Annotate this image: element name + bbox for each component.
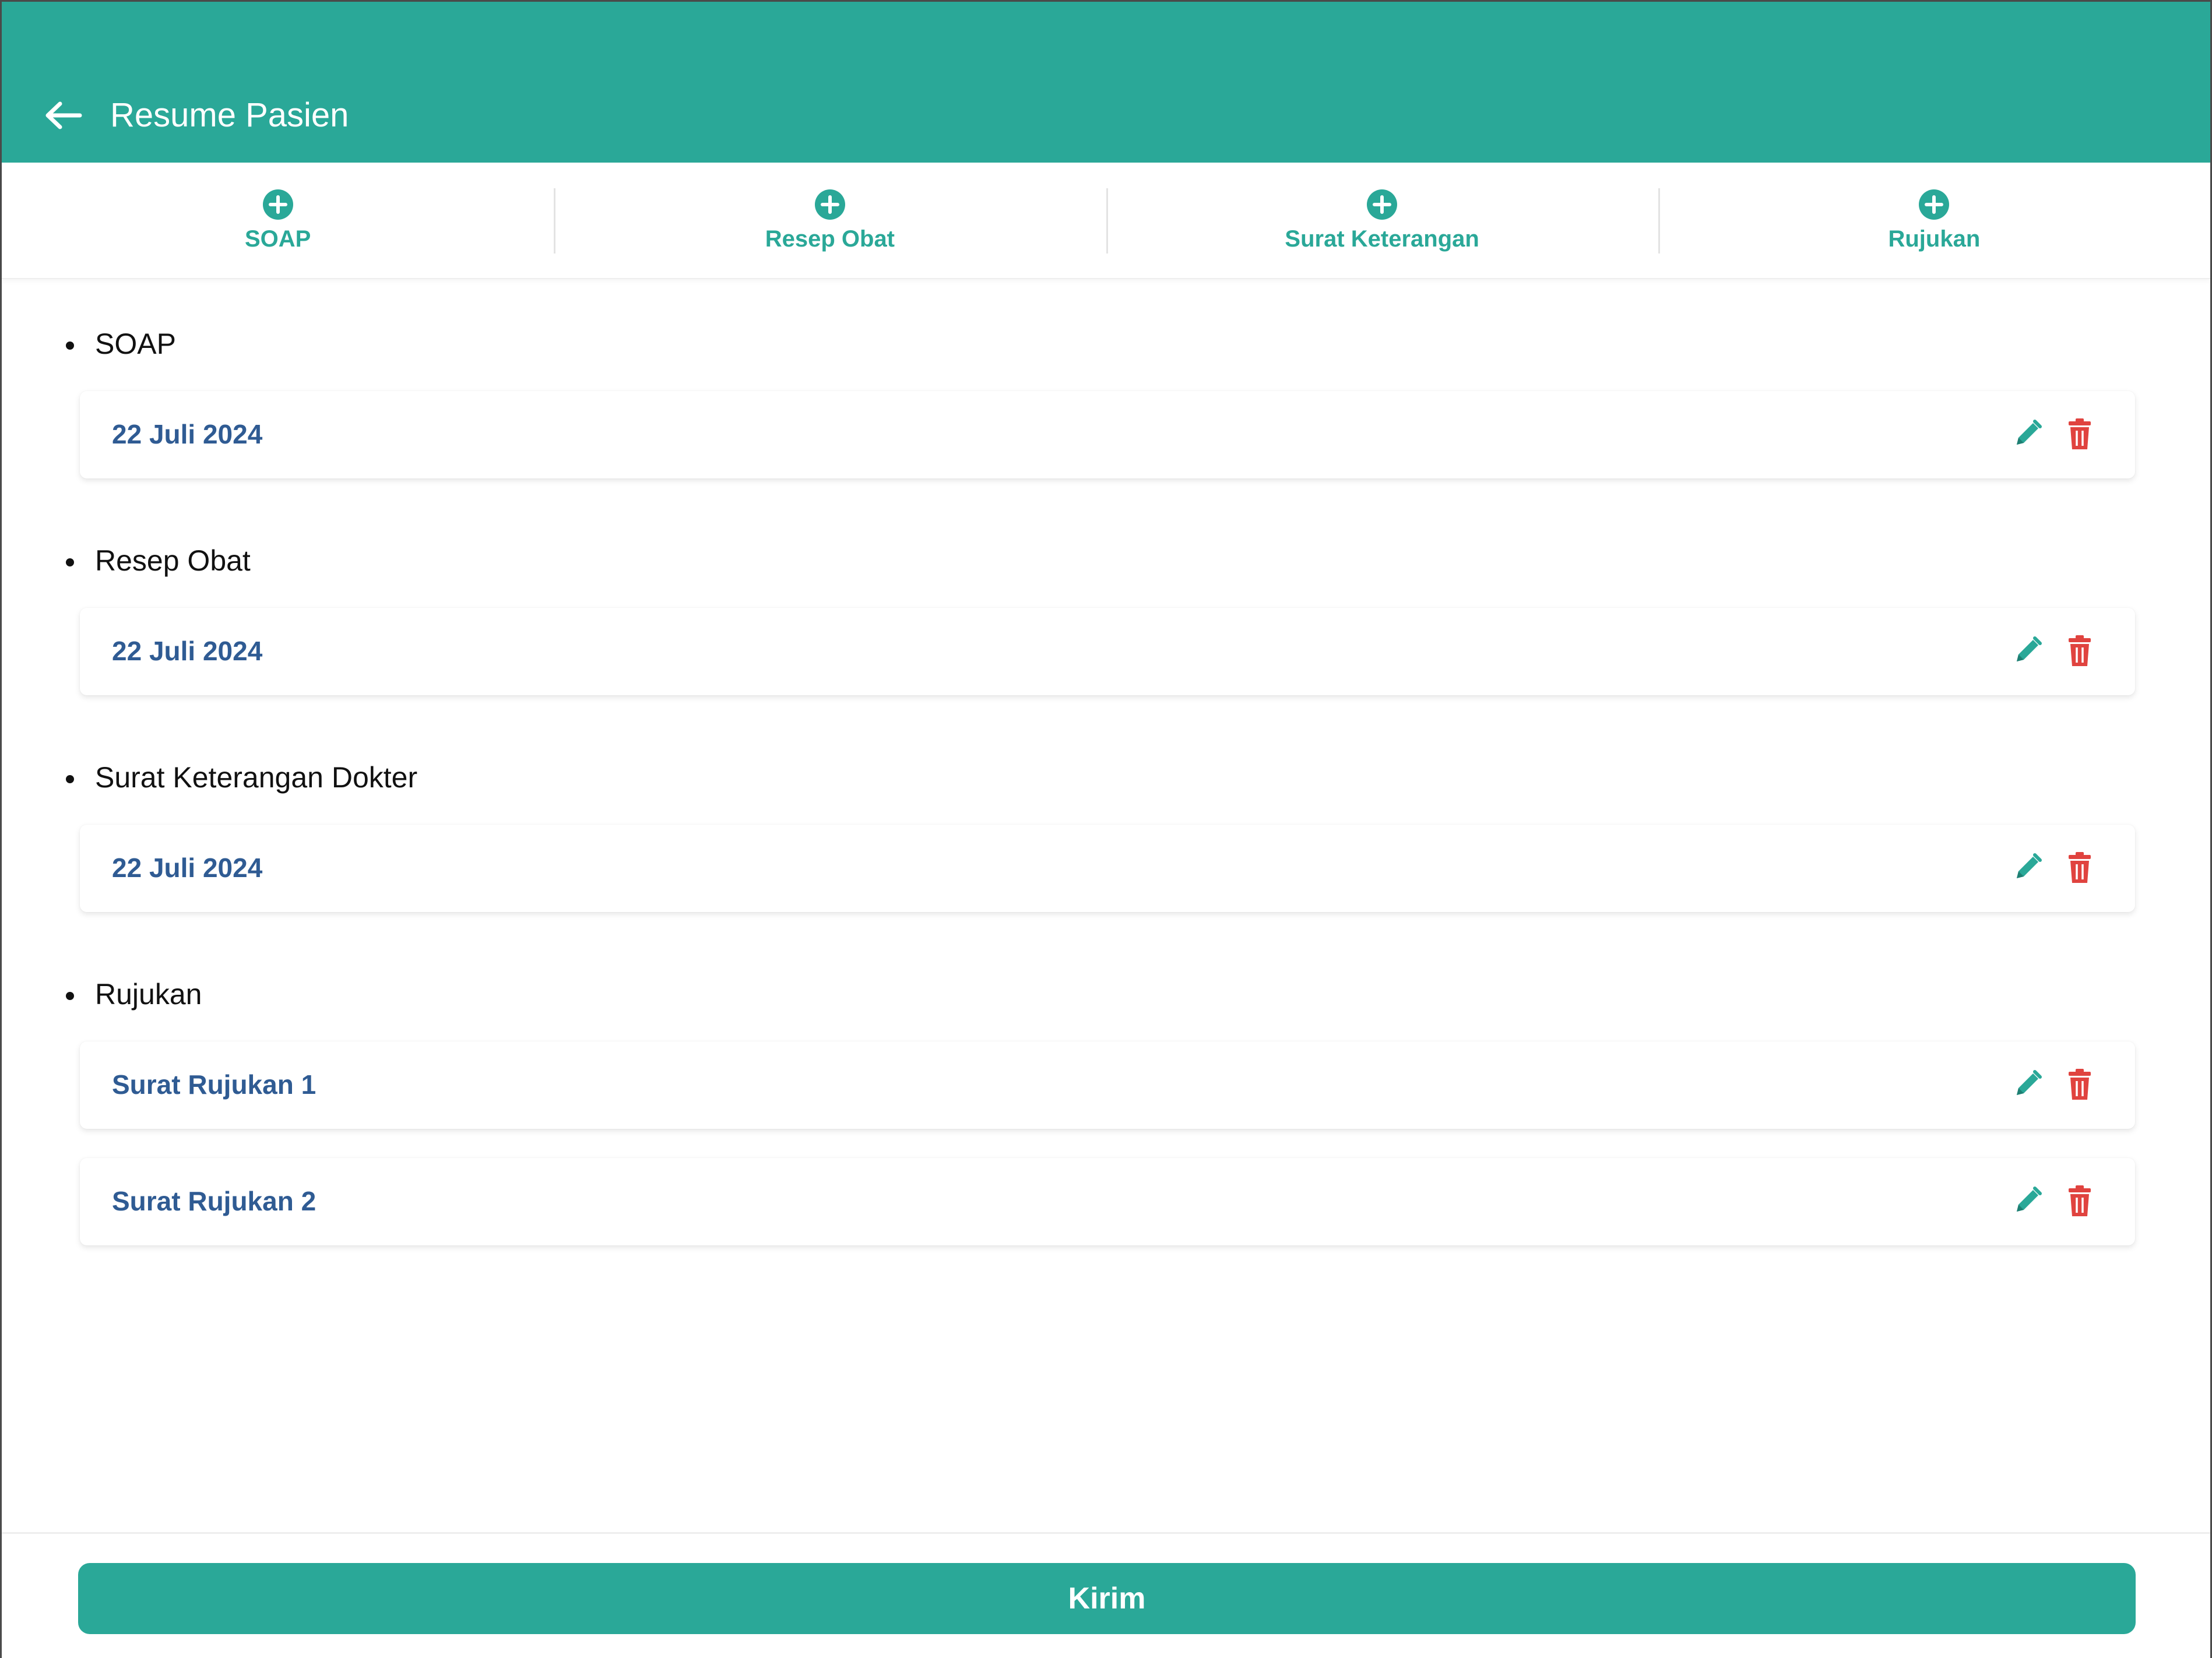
item-label: 22 Juli 2024 (112, 853, 263, 883)
app-header: Resume Pasien (2, 2, 2210, 163)
trash-icon[interactable] (2062, 1067, 2097, 1102)
list-item-resep-obat[interactable]: 22 Juli 2024 (80, 608, 2135, 695)
tab-label: Surat Keterangan (1285, 226, 1479, 252)
section-title-surat-keterangan: Surat Keterangan Dokter (65, 759, 417, 795)
tab-add-rujukan[interactable]: Rujukan (1658, 163, 2210, 278)
item-label: 22 Juli 2024 (112, 419, 263, 449)
tab-label: SOAP (244, 226, 311, 252)
plus-circle-icon (262, 189, 293, 220)
section-title-resep-obat: Resep Obat (66, 543, 251, 579)
tab-add-surat-keterangan[interactable]: Surat Keterangan (1106, 163, 1658, 278)
plus-circle-icon (1919, 189, 1950, 220)
tab-add-resep-obat[interactable]: Resep Obat (554, 163, 1106, 278)
section-title-rujukan: Rujukan (65, 976, 202, 1012)
tab-add-soap[interactable]: SOAP (2, 163, 554, 278)
pencil-icon[interactable] (2010, 633, 2045, 668)
item-label: Surat Rujukan 1 (112, 1069, 316, 1100)
section-title-soap: SOAP (66, 326, 176, 362)
item-label: 22 Juli 2024 (112, 636, 263, 666)
list-item-soap[interactable]: 22 Juli 2024 (80, 391, 2135, 478)
submit-button[interactable]: Kirim (78, 1563, 2136, 1634)
plus-circle-icon (1367, 189, 1398, 220)
pencil-icon[interactable] (2010, 1184, 2045, 1219)
tab-label: Rujukan (1888, 226, 1981, 252)
trash-icon[interactable] (2062, 633, 2097, 668)
item-label: Surat Rujukan 2 (112, 1186, 316, 1216)
footer-bar: Kirim (2, 1532, 2210, 1658)
trash-icon[interactable] (2062, 850, 2097, 885)
plus-circle-icon (814, 189, 845, 220)
pencil-icon[interactable] (2010, 1067, 2045, 1102)
add-tabbar: SOAP Resep Obat Surat Keterangan Rujukan (2, 163, 2210, 279)
list-item-surat-keterangan[interactable]: 22 Juli 2024 (80, 825, 2135, 912)
tab-label: Resep Obat (765, 226, 895, 252)
trash-icon[interactable] (2062, 1184, 2097, 1219)
pencil-icon[interactable] (2010, 417, 2045, 452)
arrow-left-icon (45, 101, 82, 129)
list-item-rujukan-1[interactable]: Surat Rujukan 1 (80, 1041, 2135, 1129)
pencil-icon[interactable] (2010, 850, 2045, 885)
page-title: Resume Pasien (110, 96, 349, 134)
back-button[interactable] (37, 89, 89, 142)
trash-icon[interactable] (2062, 417, 2097, 452)
list-item-rujukan-2[interactable]: Surat Rujukan 2 (80, 1158, 2135, 1245)
